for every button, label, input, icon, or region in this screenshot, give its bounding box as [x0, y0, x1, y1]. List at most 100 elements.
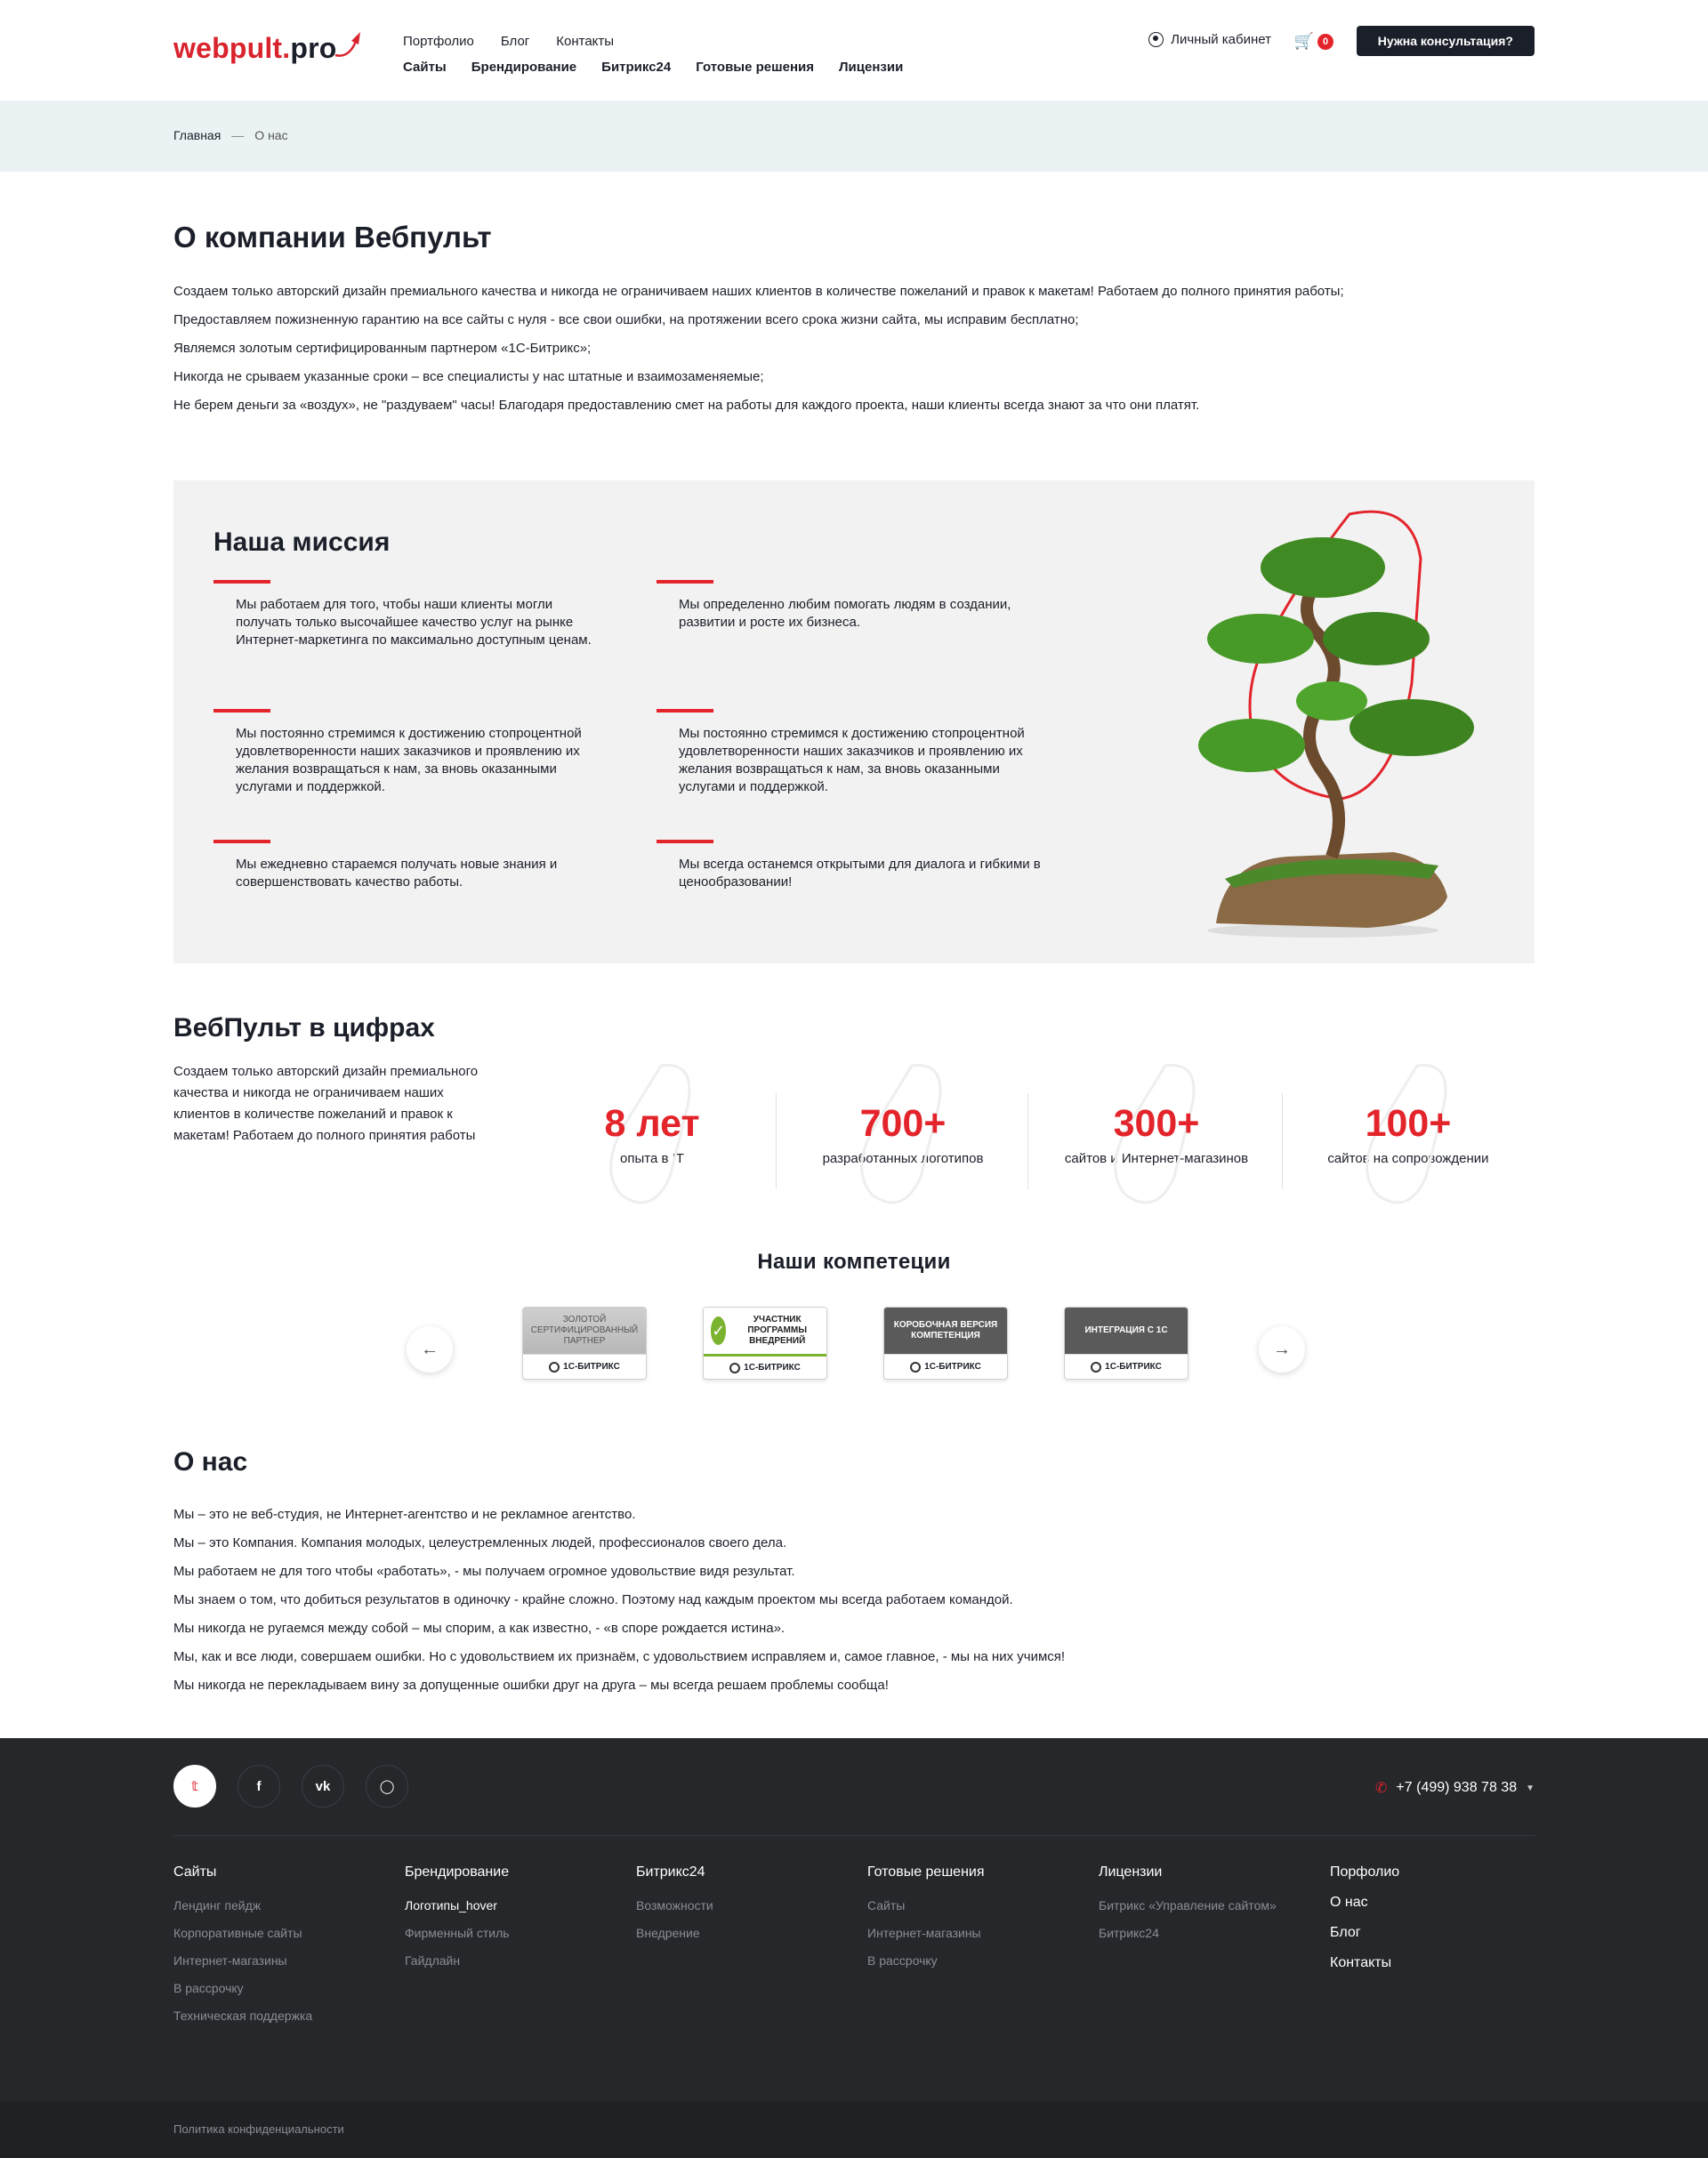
numbers-description: Создаем только авторский дизайн премиаль…	[173, 1064, 479, 1143]
logo-arrow-icon	[334, 31, 360, 57]
footer-link[interactable]: Лендинг пейдж	[173, 1898, 312, 1912]
footer-link[interactable]: Возможности	[636, 1898, 713, 1912]
stats-block: Создаем только авторский дизайн премиаль…	[173, 1061, 1535, 1239]
twitter-icon[interactable]: 𝕥	[173, 1765, 216, 1808]
about-line: Мы работаем не для того чтобы «работать»…	[173, 1564, 795, 1579]
competences-title: Наши компетеции	[757, 1250, 951, 1274]
footer-link-portfolio[interactable]: Порфолио	[1330, 1864, 1399, 1880]
mission-item: Мы всегда останемся открытыми для диалог…	[657, 840, 1048, 891]
phone-icon: ✆	[1375, 1781, 1388, 1796]
intro-line: Являемся золотым сертифицированным партн…	[173, 341, 592, 356]
facebook-icon[interactable]: f	[238, 1765, 280, 1808]
badge-title: КОРОБОЧНАЯ ВЕРСИЯ КОМПЕТЕНЦИЯ	[884, 1308, 1007, 1354]
nav-bitrix24[interactable]: Битрикс24	[601, 60, 671, 75]
main-nav: Сайты Брендирование Битрикс24 Готовые ре…	[403, 60, 903, 75]
personal-cabinet-link[interactable]: Личный кабинет	[1148, 32, 1271, 47]
intro-text: Создаем только авторский дизайн премиаль…	[173, 283, 1535, 415]
logo-text: webpult.pro	[173, 32, 337, 64]
mission-item: Мы постоянно стремимся к достижению стоп…	[657, 709, 1048, 796]
badge-title: ИНТЕГРАЦИЯ С 1С	[1065, 1308, 1188, 1354]
arrow-right-icon: →	[1273, 1339, 1291, 1359]
footer-link[interactable]: Сайты	[867, 1898, 985, 1912]
nav-sites[interactable]: Сайты	[403, 60, 447, 75]
footer-link[interactable]: Интернет-магазины	[867, 1926, 985, 1940]
footer-link[interactable]: Интернет-магазины	[173, 1953, 312, 1968]
nav-blog[interactable]: Блог	[501, 34, 529, 49]
stat-item: 100+ сайтов на сопровождении	[1293, 1064, 1524, 1212]
cart-button[interactable]: 🛒 0	[1294, 32, 1333, 51]
breadcrumb-home[interactable]: Главная	[173, 128, 221, 142]
breadcrumb-bar: Главная — О нас	[0, 101, 1708, 172]
carousel-prev-button[interactable]: ←	[407, 1326, 453, 1373]
footer-column-licenses: Лицензии Битрикс «Управление сайтом» Бит…	[1099, 1864, 1277, 1953]
top-nav: Портфолио Блог Контакты	[403, 34, 614, 49]
mission-section: Наша миссия Мы работаем для того, чтобы …	[173, 480, 1535, 963]
footer-link[interactable]: Гайдлайн	[405, 1953, 510, 1968]
carousel-next-button[interactable]: →	[1259, 1326, 1305, 1373]
consultation-button[interactable]: Нужна консультация?	[1356, 26, 1535, 56]
competence-badge: ИНТЕГРАЦИЯ С 1С 1С-БИТРИКС	[1064, 1307, 1188, 1380]
nav-branding[interactable]: Брендирование	[471, 60, 576, 75]
mission-title: Наша миссия	[214, 527, 391, 557]
footer-link[interactable]: Битрикс «Управление сайтом»	[1099, 1898, 1277, 1912]
footer-column-title: Лицензии	[1099, 1864, 1163, 1880]
about-line: Мы – это не веб-студия, не Интернет-аген…	[173, 1507, 636, 1522]
badge-title: ЗОЛОТОЙ СЕРТИФИЦИРОВАННЫЙ ПАРТНЕР	[523, 1308, 646, 1354]
footer-link[interactable]: Фирменный стиль	[405, 1926, 510, 1940]
footer-column-title: Брендирование	[405, 1864, 510, 1880]
about-line: Мы – это Компания. Компания молодых, цел…	[173, 1535, 787, 1550]
nav-portfolio[interactable]: Портфолио	[403, 34, 474, 49]
stat-value: 700+	[859, 1102, 947, 1145]
badge-brand: 1С-БИТРИКС	[884, 1354, 1007, 1379]
footer-bottom: Политика конфиденциальности	[0, 2101, 1708, 2158]
stat-divider	[776, 1093, 777, 1189]
footer-column-title: Сайты	[173, 1864, 217, 1880]
stat-value: 300+	[1113, 1102, 1200, 1145]
main-content: О компании Вебпульт Создаем только автор…	[173, 221, 1535, 1695]
cart-count-badge: 0	[1317, 33, 1333, 50]
footer-link-contacts[interactable]: Контакты	[1330, 1955, 1399, 1971]
nav-ready-solutions[interactable]: Готовые решения	[696, 60, 814, 75]
stat-item: 8 лет опыта в IT	[536, 1064, 768, 1212]
footer-link[interactable]: Логотипы_hover	[405, 1898, 510, 1912]
footer-link[interactable]: Внедрение	[636, 1926, 713, 1940]
footer-link[interactable]: В рассрочку	[173, 1981, 312, 1995]
red-accent-bar	[214, 840, 270, 843]
logo[interactable]: webpult.pro	[173, 31, 364, 65]
about-line: Мы никогда не ругаемся между собой – мы …	[173, 1621, 786, 1636]
badge-head: ✓ УЧАСТНИК ПРОГРАММЫ ВНЕДРЕНИЙ	[704, 1308, 826, 1354]
social-links: 𝕥 f vk ◯	[173, 1765, 408, 1808]
badge-brand: 1С-БИТРИКС	[523, 1354, 646, 1379]
privacy-policy-link[interactable]: Политика конфиденциальности	[173, 2122, 344, 2136]
footer-link[interactable]: В рассрочку	[867, 1953, 985, 1968]
footer-link[interactable]: Битрикс24	[1099, 1926, 1277, 1940]
red-accent-bar	[214, 709, 270, 713]
intro-line: Не берем деньги за «воздух», не "раздува…	[173, 398, 1200, 413]
site-footer: 𝕥 f vk ◯ ✆ +7 (499) 938 78 38 ▼ Сайты Ле…	[0, 1738, 1708, 2158]
vk-icon[interactable]: vk	[302, 1765, 344, 1808]
badge-brand: 1С-БИТРИКС	[1065, 1354, 1188, 1379]
intro-line: Предоставляем пожизненную гарантию на вс…	[173, 312, 1079, 327]
badge-title: УЧАСТНИК ПРОГРАММЫ ВНЕДРЕНИЙ	[747, 1315, 807, 1346]
numbers-title: ВебПульт в цифрах	[173, 1013, 435, 1043]
user-icon	[1148, 32, 1164, 47]
footer-column-sites: Сайты Лендинг пейдж Корпоративные сайты …	[173, 1864, 312, 2036]
footer-link[interactable]: Корпоративные сайты	[173, 1926, 312, 1940]
about-section: О нас Мы – это не веб-студия, не Интерне…	[173, 1447, 1535, 1695]
footer-column-branding: Брендирование Логотипы_hover Фирменный с…	[405, 1864, 510, 1981]
footer-link-about[interactable]: О нас	[1330, 1895, 1399, 1911]
bitrix-logo-icon	[549, 1361, 560, 1373]
phone-dropdown[interactable]: ✆ +7 (499) 938 78 38 ▼	[1375, 1779, 1535, 1797]
about-line: Мы, как и все люди, совершаем ошибки. Но…	[173, 1649, 1066, 1664]
intro-line: Никогда не срываем указанные сроки – все…	[173, 369, 764, 384]
mission-item: Мы постоянно стремимся к достижению стоп…	[214, 709, 605, 796]
footer-link[interactable]: Техническая поддержка	[173, 2009, 312, 2023]
instagram-icon[interactable]: ◯	[366, 1765, 408, 1808]
mission-item: Мы ежедневно стараемся получать новые зн…	[214, 840, 605, 891]
nav-licenses[interactable]: Лицензии	[839, 60, 903, 75]
footer-columns: Сайты Лендинг пейдж Корпоративные сайты …	[173, 1836, 1535, 2103]
badge-brand: 1С-БИТРИКС	[704, 1354, 826, 1379]
breadcrumb: Главная — О нас	[173, 101, 1535, 142]
footer-link-blog[interactable]: Блог	[1330, 1925, 1399, 1941]
nav-contacts[interactable]: Контакты	[556, 34, 614, 49]
